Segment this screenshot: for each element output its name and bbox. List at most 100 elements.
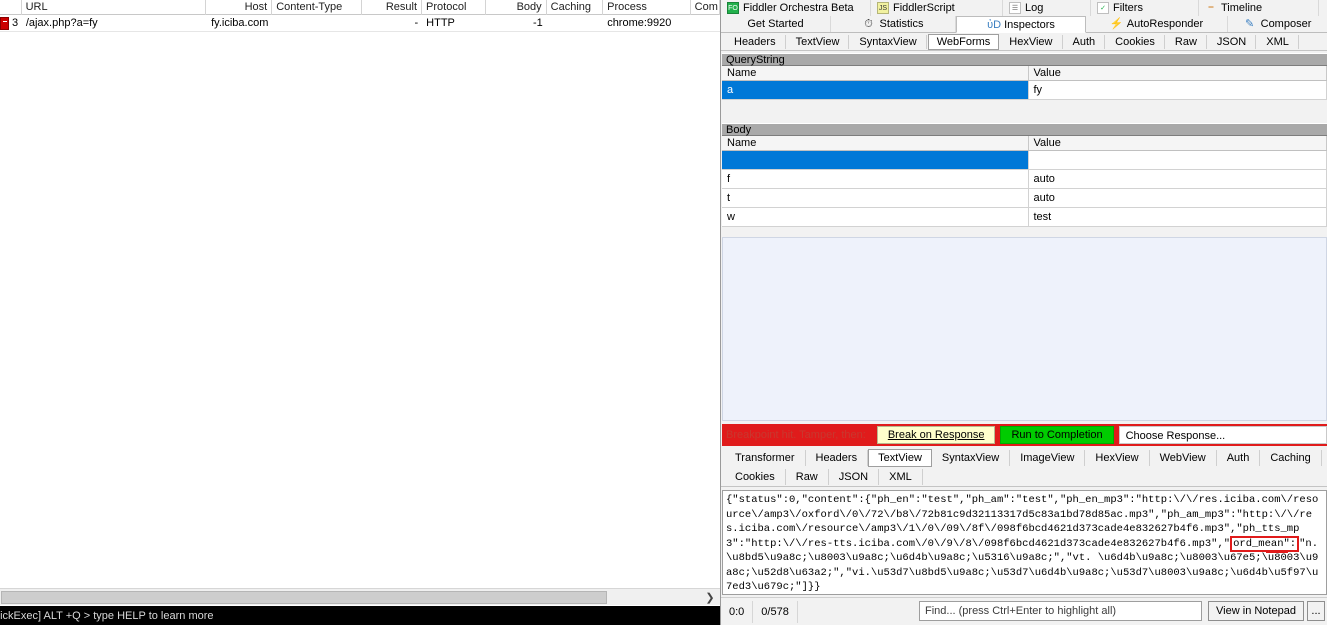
cell-name xyxy=(722,151,1029,169)
top-toolbar: FO Fiddler Orchestra Beta JS FiddlerScript ☰… xyxy=(721,0,1327,16)
table-row[interactable]: 3/ajax.php?a=fy fy.iciba.com - HTTP -1 chrome… xyxy=(0,15,720,32)
cell-caching xyxy=(547,15,603,32)
body-title: Body xyxy=(722,123,1327,136)
request-tab-syntaxview[interactable]: SyntaxView xyxy=(850,34,927,49)
response-tab-auth[interactable]: Auth xyxy=(1217,449,1261,466)
fiddler-window: URL Host Content-Type Result Protocol Body Cac… xyxy=(0,0,1327,625)
scrollbar-thumb[interactable] xyxy=(1,591,607,604)
cell-value xyxy=(1029,151,1327,169)
response-tab-headers[interactable]: Headers xyxy=(806,449,869,466)
toolbar-fiddler-orchestra-beta[interactable]: FO Fiddler Orchestra Beta xyxy=(721,0,871,16)
tab-statistics[interactable]: ⏱ Statistics xyxy=(831,16,956,32)
body-header: Name Value xyxy=(722,136,1327,151)
response-tab-json[interactable]: JSON xyxy=(829,469,880,485)
querystring-rows: a fy xyxy=(722,81,1327,100)
cell-value: fy xyxy=(1029,81,1327,99)
request-tab-raw[interactable]: Raw xyxy=(1166,34,1207,49)
request-inspector-tabs: Headers TextView SyntaxView WebForms HexView… xyxy=(721,33,1327,51)
column-header-url[interactable]: URL xyxy=(22,0,207,15)
response-tab-webview[interactable]: WebView xyxy=(1150,449,1217,466)
cell-protocol: HTTP xyxy=(426,16,455,29)
tab-label: Inspectors xyxy=(1004,18,1055,31)
table-row[interactable] xyxy=(722,151,1327,170)
response-tab-transformer[interactable]: Transformer xyxy=(725,449,806,466)
request-tab-xml[interactable]: XML xyxy=(1257,34,1299,49)
status-bar: 0:0 0/578 Find... (press Ctrl+Enter to h… xyxy=(721,597,1327,625)
tab-composer[interactable]: ✎ Composer xyxy=(1228,16,1327,32)
response-tab-xml[interactable]: XML xyxy=(879,469,923,485)
scroll-right-icon[interactable]: ❯ xyxy=(702,590,718,605)
column-header-value[interactable]: Value xyxy=(1029,136,1327,150)
inspectors-icon: ὐD xyxy=(987,18,1002,31)
column-header-caching[interactable]: Caching xyxy=(547,0,604,15)
breakpoint-bar: Breakpoint hit. Tamper, then: Break on R… xyxy=(722,424,1327,446)
column-header-icon[interactable] xyxy=(0,0,22,15)
session-list-hscrollbar[interactable]: ❯ xyxy=(0,588,720,605)
choose-response-label: Choose Response... xyxy=(1125,430,1226,442)
column-header-process[interactable]: Process xyxy=(603,0,691,15)
tab-get-started[interactable]: Get Started xyxy=(721,16,831,32)
cell-name: a xyxy=(722,81,1029,99)
choose-response-button[interactable]: Choose Response... xyxy=(1118,426,1327,444)
session-list-empty-area[interactable] xyxy=(0,33,720,593)
request-tab-auth[interactable]: Auth xyxy=(1064,34,1106,49)
response-tab-syntaxview[interactable]: SyntaxView xyxy=(932,449,1011,466)
column-header-body[interactable]: Body xyxy=(486,0,547,15)
quickexec-text: uickExec] ALT +Q > type HELP to learn mo… xyxy=(0,609,214,622)
request-tab-cookies[interactable]: Cookies xyxy=(1106,34,1165,49)
main-tabstrip: Get Started ⏱ Statistics ὐD Inspectors ⚡ AutoR… xyxy=(721,16,1327,33)
break-on-response-label: Break on Response xyxy=(887,429,985,441)
filters-icon: ✓ xyxy=(1097,2,1109,14)
column-header-result[interactable]: Result xyxy=(362,0,423,15)
column-header-com[interactable]: Com xyxy=(691,0,721,15)
column-header-name[interactable]: Name xyxy=(722,136,1029,150)
cell-value: auto xyxy=(1029,170,1327,188)
break-on-response-button[interactable]: Break on Response xyxy=(876,426,996,444)
response-tab-textview[interactable]: TextView xyxy=(868,448,932,467)
table-row[interactable]: a fy xyxy=(722,81,1327,100)
toolbar-item-label: Log xyxy=(1025,2,1044,14)
response-tab-caching[interactable]: Caching xyxy=(1260,449,1322,466)
table-row[interactable]: t auto xyxy=(722,189,1327,208)
request-tab-hexview[interactable]: HexView xyxy=(1000,34,1063,49)
response-body-textview[interactable]: {"status":0,"content":{"ph_en":"test","p… xyxy=(722,490,1327,595)
column-header-value[interactable]: Value xyxy=(1029,66,1327,80)
table-row[interactable]: f auto xyxy=(722,170,1327,189)
request-tab-textview[interactable]: TextView xyxy=(787,34,850,49)
request-tab-headers[interactable]: Headers xyxy=(725,34,786,49)
toolbar-timeline[interactable]: ═ Timeline xyxy=(1199,0,1319,16)
fiddlerscript-icon: JS xyxy=(877,2,889,14)
run-to-completion-button[interactable]: Run to Completion xyxy=(1000,426,1114,444)
request-tab-json[interactable]: JSON xyxy=(1208,34,1257,49)
view-in-notepad-button[interactable]: View in Notepad xyxy=(1208,601,1304,621)
more-options-button[interactable]: ... xyxy=(1307,601,1325,621)
toolbar-fiddlerscript[interactable]: JS FiddlerScript xyxy=(871,0,1003,16)
cell-name: f xyxy=(722,170,1029,188)
tab-inspectors[interactable]: ὐD Inspectors xyxy=(956,16,1086,33)
toolbar-log[interactable]: ☰ Log xyxy=(1003,0,1091,16)
selection-count: 0/578 xyxy=(753,600,798,623)
cell-name: t xyxy=(722,189,1029,207)
tab-autoresponder[interactable]: ⚡ AutoResponder xyxy=(1086,16,1228,32)
response-tab-cookies[interactable]: Cookies xyxy=(725,469,786,485)
find-marker xyxy=(1266,550,1288,553)
querystring-title: QueryString xyxy=(722,53,1327,66)
table-row[interactable]: w test xyxy=(722,208,1327,227)
request-tab-webforms[interactable]: WebForms xyxy=(927,33,1000,50)
autoresponder-icon: ⚡ xyxy=(1109,18,1124,30)
response-tab-hexview[interactable]: HexView xyxy=(1085,449,1150,466)
querystring-header: Name Value xyxy=(722,66,1327,81)
cell-url: /ajax.php?a=fy xyxy=(25,16,98,29)
column-header-name[interactable]: Name xyxy=(722,66,1029,80)
response-tab-raw[interactable]: Raw xyxy=(786,469,829,485)
quickexec-bar[interactable]: uickExec] ALT +Q > type HELP to learn mo… xyxy=(0,606,720,625)
response-inspector-tabs-row2: Cookies Raw JSON XML xyxy=(721,468,1327,487)
cell-name: w xyxy=(722,208,1029,226)
find-input[interactable]: Find... (press Ctrl+Enter to highlight a… xyxy=(919,601,1202,621)
tab-label: Composer xyxy=(1260,18,1312,30)
toolbar-filters[interactable]: ✓ Filters xyxy=(1091,0,1199,16)
column-header-content-type[interactable]: Content-Type xyxy=(272,0,362,15)
column-header-protocol[interactable]: Protocol xyxy=(422,0,487,15)
column-header-host[interactable]: Host xyxy=(206,0,273,15)
response-tab-imageview[interactable]: ImageView xyxy=(1010,449,1086,466)
